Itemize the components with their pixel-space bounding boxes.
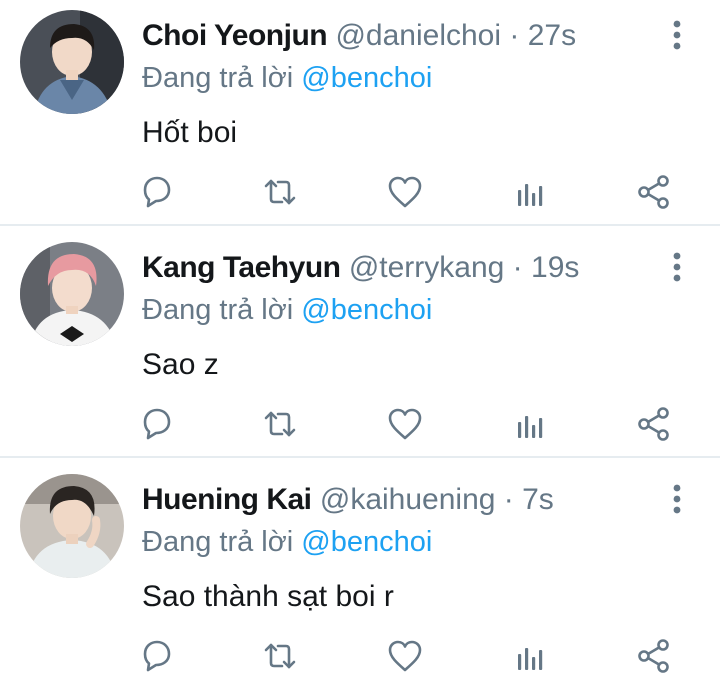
replying-to-label: Đang trả lời [142,294,294,326]
separator-dot: · [509,19,520,52]
like-icon[interactable] [385,636,425,676]
analytics-icon[interactable] [510,404,550,444]
like-icon[interactable] [385,172,425,212]
separator-dot: · [503,483,514,516]
share-icon[interactable] [634,404,674,444]
tweet[interactable]: Kang Taehyun @terrykang · 19s Đang trả l… [0,232,720,463]
timestamp[interactable]: 27s [528,19,576,52]
retweet-icon[interactable] [260,172,300,212]
analytics-icon[interactable] [510,172,550,212]
replying-to-label: Đang trả lời [142,62,294,94]
tweet[interactable]: Huening Kai @kaihuening · 7s Đang trả lờ… [0,464,720,695]
display-name[interactable]: Huening Kai [142,483,312,516]
share-icon[interactable] [634,172,674,212]
tweet-text: Hốt boi [142,116,238,149]
tweet-header: Kang Taehyun @terrykang · 19s [142,246,579,290]
analytics-icon[interactable] [510,636,550,676]
avatar[interactable] [20,474,124,578]
retweet-icon[interactable] [260,636,300,676]
reply-icon[interactable] [136,172,176,212]
avatar[interactable] [20,10,124,114]
tweet-header: Choi Yeonjun @danielchoi · 27s [142,14,576,58]
reply-mention-link[interactable]: @benchoi [301,62,432,94]
reply-mention-link[interactable]: @benchoi [301,526,432,558]
display-name[interactable]: Choi Yeonjun [142,19,328,52]
reply-icon[interactable] [136,404,176,444]
more-options-icon[interactable] [664,482,690,516]
replying-to: Đang trả lời @benchoi [142,58,432,98]
tweet-text: Sao thành sạt boi r [142,580,394,613]
divider [0,456,720,458]
more-options-icon[interactable] [664,250,690,284]
tweet[interactable]: Choi Yeonjun @danielchoi · 27s Đang trả … [0,0,720,231]
display-name[interactable]: Kang Taehyun [142,251,341,284]
share-icon[interactable] [634,636,674,676]
replying-to: Đang trả lời @benchoi [142,522,432,562]
user-handle[interactable]: @danielchoi [335,19,501,52]
like-icon[interactable] [385,404,425,444]
replying-to-label: Đang trả lời [142,526,294,558]
divider [0,224,720,226]
tweet-header: Huening Kai @kaihuening · 7s [142,478,554,522]
user-handle[interactable]: @terrykang [349,251,505,284]
avatar[interactable] [20,242,124,346]
more-options-icon[interactable] [664,18,690,52]
timestamp[interactable]: 19s [531,251,579,284]
user-handle[interactable]: @kaihuening [320,483,496,516]
replying-to: Đang trả lời @benchoi [142,290,432,330]
retweet-icon[interactable] [260,404,300,444]
reply-mention-link[interactable]: @benchoi [301,294,432,326]
reply-icon[interactable] [136,636,176,676]
separator-dot: · [512,251,523,284]
timestamp[interactable]: 7s [522,483,554,516]
tweet-text: Sao z [142,348,219,381]
